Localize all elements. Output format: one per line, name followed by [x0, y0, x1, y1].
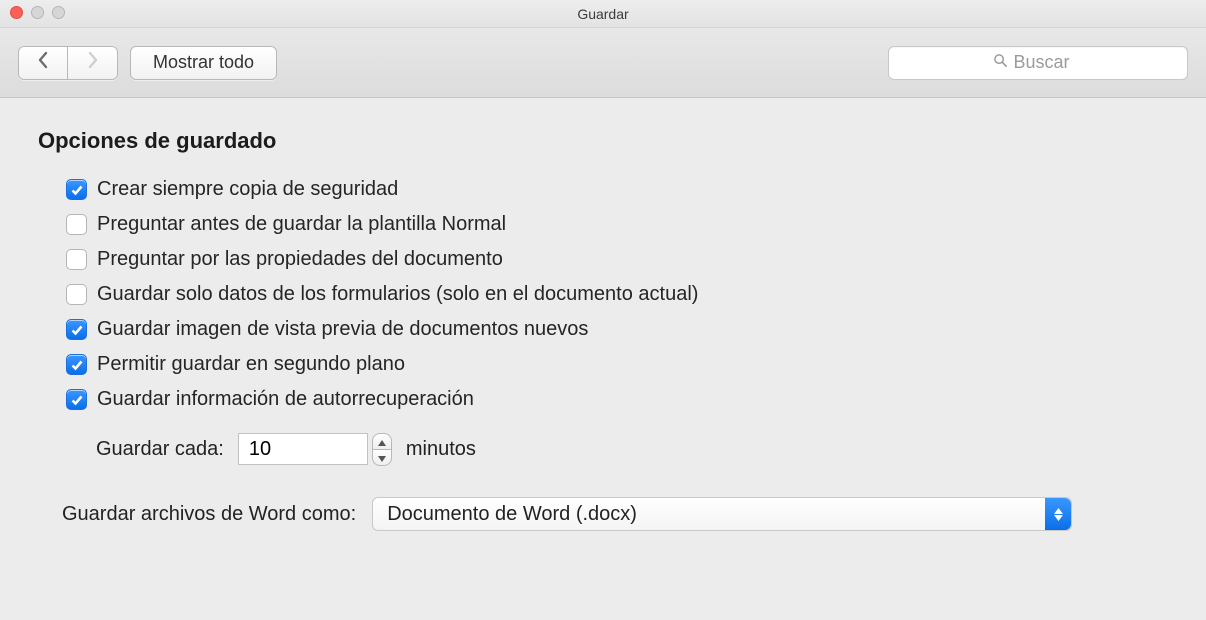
- option-checkbox[interactable]: [66, 354, 87, 375]
- chevron-right-icon: [86, 51, 100, 74]
- option-label: Guardar imagen de vista previa de docume…: [97, 318, 588, 341]
- option-checkbox[interactable]: [66, 214, 87, 235]
- option-label: Permitir guardar en segundo plano: [97, 353, 405, 376]
- window-controls: [10, 6, 65, 19]
- option-checkbox[interactable]: [66, 319, 87, 340]
- chevron-left-icon: [36, 51, 50, 74]
- option-checkbox[interactable]: [66, 249, 87, 270]
- save-files-as-label: Guardar archivos de Word como:: [62, 503, 356, 526]
- option-label: Preguntar antes de guardar la plantilla …: [97, 213, 506, 236]
- option-label: Crear siempre copia de seguridad: [97, 178, 398, 201]
- autosave-interval-unit: minutos: [406, 438, 476, 461]
- save-files-as-select[interactable]: Documento de Word (.docx): [372, 497, 1072, 531]
- select-value: Documento de Word (.docx): [387, 503, 1045, 526]
- checkmark-icon: [70, 393, 84, 407]
- autosave-interval-control: [238, 433, 392, 465]
- stepper-up-button[interactable]: [372, 433, 392, 450]
- back-button[interactable]: [18, 46, 68, 80]
- nav-buttons: [18, 46, 118, 80]
- autosave-interval-label: Guardar cada:: [96, 438, 224, 461]
- section-title: Opciones de guardado: [38, 128, 1168, 154]
- search-field[interactable]: [888, 46, 1188, 80]
- option-row: Crear siempre copia de seguridad: [38, 172, 1168, 207]
- select-disclosure-button: [1045, 498, 1071, 530]
- search-input[interactable]: [1014, 52, 1084, 73]
- autosave-interval-row: Guardar cada: minutos: [38, 417, 1168, 475]
- show-all-button[interactable]: Mostrar todo: [130, 46, 277, 80]
- chevron-down-icon: [378, 450, 386, 465]
- option-label: Guardar solo datos de los formularios (s…: [97, 283, 698, 306]
- option-row: Preguntar antes de guardar la plantilla …: [38, 207, 1168, 242]
- option-label: Preguntar por las propiedades del docume…: [97, 248, 503, 271]
- option-row: Permitir guardar en segundo plano: [38, 347, 1168, 382]
- forward-button[interactable]: [68, 46, 118, 80]
- chevron-up-icon: [378, 434, 386, 449]
- option-row: Guardar solo datos de los formularios (s…: [38, 277, 1168, 312]
- toolbar: Mostrar todo: [0, 28, 1206, 98]
- zoom-window-button[interactable]: [52, 6, 65, 19]
- search-icon: [993, 52, 1008, 73]
- chevron-up-icon: [1054, 508, 1063, 514]
- save-files-as-row: Guardar archivos de Word como: Documento…: [38, 475, 1168, 531]
- checkmark-icon: [70, 358, 84, 372]
- option-checkbox[interactable]: [66, 389, 87, 410]
- autosave-stepper: [372, 433, 392, 465]
- minimize-window-button[interactable]: [31, 6, 44, 19]
- checkmark-icon: [70, 323, 84, 337]
- option-row: Preguntar por las propiedades del docume…: [38, 242, 1168, 277]
- titlebar: Guardar: [0, 0, 1206, 28]
- content-area: Opciones de guardado Crear siempre copia…: [0, 98, 1206, 561]
- option-checkbox[interactable]: [66, 179, 87, 200]
- option-row: Guardar información de autorrecuperación: [38, 382, 1168, 417]
- option-row: Guardar imagen de vista previa de docume…: [38, 312, 1168, 347]
- checkmark-icon: [70, 183, 84, 197]
- autosave-interval-input[interactable]: [238, 433, 368, 465]
- close-window-button[interactable]: [10, 6, 23, 19]
- chevron-down-icon: [1054, 515, 1063, 521]
- stepper-down-button[interactable]: [372, 450, 392, 466]
- option-label: Guardar información de autorrecuperación: [97, 388, 474, 411]
- option-checkbox[interactable]: [66, 284, 87, 305]
- window-title: Guardar: [577, 6, 628, 22]
